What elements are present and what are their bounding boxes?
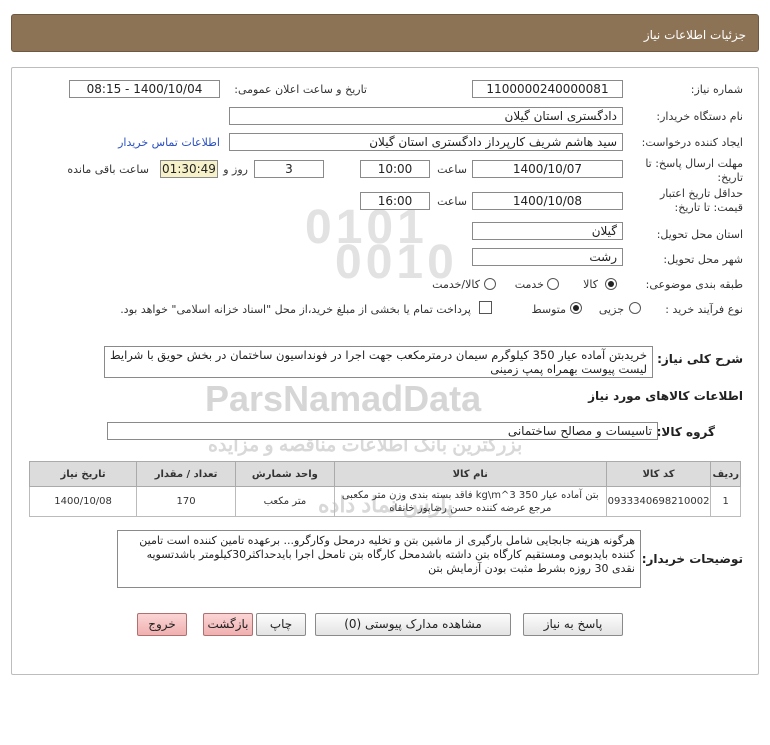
back-button[interactable]: بازگشت [203,613,253,636]
attachments-button[interactable]: مشاهده مدارک پیوستی (0) [315,613,511,636]
cell-row: 1 [710,486,741,517]
process-option-medium: متوسط [531,303,566,316]
deadline-time-field: 10:00 [360,160,430,178]
exit-button[interactable]: خروج [137,613,187,636]
page-title: جزئیات اطلاعات نیاز [643,28,746,42]
deadline-label: مهلت ارسال پاسخ: تا تاریخ: [645,157,743,185]
need-number-label: شماره نیاز: [690,83,743,96]
buyer-notes-field: هرگونه هزینه جابجایی شامل بارگیری از ماش… [117,530,641,588]
city-field: رشت [472,248,623,266]
goods-group-label: گروه کالا: [656,425,715,439]
province-label: استان محل تحویل: [656,228,743,241]
cell-name-line-2: مرجع عرضه کننده حسن رضاپور خانقاه [389,502,552,514]
announce-field: 1400/10/04 - 08:15 [69,80,220,98]
deadline-label-line-2: تاریخ: [717,171,743,184]
creator-label: ایجاد کننده درخواست: [641,136,743,149]
cell-unit: متر مکعب [234,486,335,517]
category-radio-service[interactable] [547,278,559,290]
process-radio-minor[interactable] [629,302,641,314]
print-button[interactable]: چاپ [256,613,306,636]
cell-name: بتن آماده عیار 350 kg\m^3 فاقد بسته بندی… [333,486,607,517]
process-option-minor: جزیی [598,303,624,316]
col-qty: تعداد / مقدار [136,461,236,487]
days-field: 3 [254,160,324,178]
cell-date: 1400/10/08 [28,486,138,517]
goods-info-title: اطلاعات کالاهای مورد نیاز [588,389,743,403]
col-date: تاریخ نیاز [28,461,138,487]
goods-group-field: تاسیسات و مصالح ساختمانی [107,422,658,440]
category-option-service: خدمت [514,278,544,291]
validity-label-line-2: قیمت: تا تاریخ: [674,201,743,214]
reply-button[interactable]: پاسخ به نیاز [523,613,623,636]
goods-table: ردیف کد کالا نام کالا واحد شمارش تعداد /… [28,461,741,517]
category-option-goods: کالا [583,278,598,291]
city-label: شهر محل تحویل: [663,253,743,266]
category-radio-goods[interactable] [605,278,617,290]
col-name: نام کالا [333,461,607,487]
province-field: گیلان [472,222,623,240]
deadline-label-line-1: مهلت ارسال پاسخ: تا [645,157,743,170]
treasury-payment-checkbox[interactable] [479,301,492,314]
cell-code: 0933340698210002 [605,486,712,517]
need-number-field: 1100000240000081 [472,80,623,98]
buyer-notes-label: توضیحات خریدار: [641,552,743,566]
buyer-contact-link[interactable]: اطلاعات تماس خریدار [118,136,220,149]
description-field: خریدبتن آماده عیار 350 کیلوگرم سیمان درم… [104,346,653,378]
remaining-label: ساعت باقی مانده [67,163,149,176]
treasury-payment-note: پرداخت تمام یا بخشی از مبلغ خرید،از محل … [120,303,471,316]
validity-time-field: 16:00 [360,192,430,210]
validity-label: حداقل تاریخ اعتبار قیمت: تا تاریخ: [660,187,743,215]
deadline-date-field: 1400/10/07 [472,160,623,178]
cell-name-line-1: بتن آماده عیار 350 kg\m^3 فاقد بسته بندی… [341,489,599,501]
buyer-org-field: دادگستری استان گیلان [229,107,623,125]
category-label: طبقه بندی موضوعی: [645,278,743,291]
process-label: نوع فرآیند خرید : [665,303,743,316]
category-radio-goods-service[interactable] [484,278,496,290]
deadline-time-label: ساعت [437,163,467,176]
category-option-goods-service: کالا/خدمت [432,278,480,291]
process-radio-medium[interactable] [570,302,582,314]
description-label: شرح کلی نیاز: [657,352,743,366]
creator-field: سید هاشم شریف کارپرداز دادگستری استان گی… [229,133,623,151]
table-row: 1 0933340698210002 بتن آماده عیار 350 kg… [28,486,741,517]
announce-label: تاریخ و ساعت اعلان عمومی: [234,83,367,96]
days-label: روز و [223,163,248,176]
remaining-time-field: 01:30:49 [160,160,218,178]
validity-date-field: 1400/10/08 [472,192,623,210]
col-unit: واحد شمارش [234,461,335,487]
validity-label-line-1: حداقل تاریخ اعتبار [659,187,743,200]
page-title-bar: جزئیات اطلاعات نیاز [11,14,759,52]
goods-table-header: ردیف کد کالا نام کالا واحد شمارش تعداد /… [28,461,741,487]
col-row: ردیف [710,461,741,487]
cell-qty: 170 [136,486,236,517]
validity-time-label: ساعت [437,195,467,208]
col-code: کد کالا [605,461,712,487]
buyer-org-label: نام دستگاه خریدار: [656,110,743,123]
